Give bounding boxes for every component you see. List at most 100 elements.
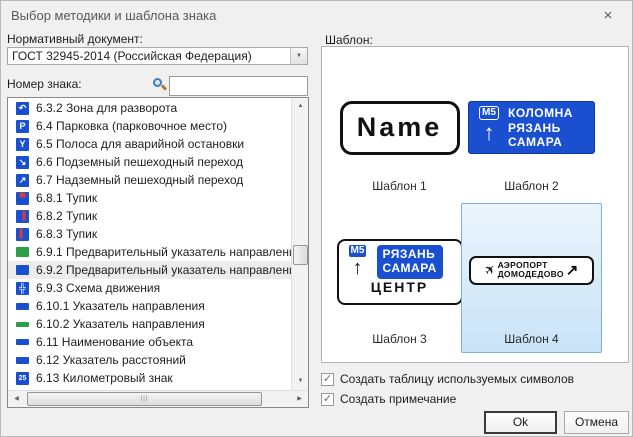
template-1-label: Шаблон 1 [372,175,426,199]
list-item[interactable]: P 6.4 Парковка (парковочное место) [8,117,292,135]
search-icon [153,78,168,93]
destination-line: САМАРА [508,135,573,149]
list-item[interactable]: 6.10.1 Указатель направления [8,297,292,315]
sign-icon [16,303,29,310]
route-badge: М5 [349,245,367,257]
list-item-label: 6.9.3 Схема движения [36,281,160,295]
up-arrow-icon: ↑ [484,120,495,146]
normative-document-value: ГОСТ 32945-2014 (Российская Федерация) [8,48,290,64]
chevron-down-icon[interactable]: ▼ [290,48,307,64]
vertical-scrollbar-thumb[interactable] [293,245,308,265]
list-item[interactable]: 6.9.1 Предварительный указатель направле… [8,243,292,261]
sign-list-rows: ↶ 6.3.2 Зона для разворота P 6.4 Парковка (… [8,99,292,391]
template-3-label: Шаблон 3 [372,328,426,352]
list-item[interactable]: ↘ 6.6 Подземный пешеходный переход [8,153,292,171]
scroll-up-icon[interactable]: ▲ [292,98,309,115]
center-label: ЦЕНТР [344,279,456,295]
airport-sign: ✈ АЭРОПОРТ ДОМОДЕДОВО ↗ [469,256,594,285]
sign-icon: P [16,120,29,133]
template-1-preview: Name [330,54,469,175]
list-item-label: 6.8.2 Тупик [36,209,97,223]
template-2-preview: М5 ↑ КОЛОМНА РЯЗАНЬ САМАРА [462,54,601,175]
list-item[interactable]: 6.10.2 Указатель направления [8,315,292,333]
scroll-right-icon[interactable]: ▶ [291,391,308,408]
name-sign: Name [340,101,460,155]
list-item-label: 6.8.3 Тупик [36,227,97,241]
dialog-window: Выбор методики и шаблона знака × Нормати… [0,0,633,437]
checkbox-symbols[interactable]: ✓ [321,373,334,386]
horizontal-scrollbar-thumb[interactable]: ||| [27,392,262,406]
sign-icon: 25 [16,372,29,385]
template-4-label: Шаблон 4 [504,328,558,352]
list-item[interactable]: ▐ 6.8.2 Тупик [8,207,292,225]
dialog-title: Выбор методики и шаблона знака [11,8,216,23]
template-3-preview: М5 ↑ РЯЗАНЬ САМАРА ЦЕНТР [330,204,469,328]
list-item-label: 6.10.1 Указатель направления [36,299,205,313]
list-item-label: 6.3.2 Зона для разворота [36,101,177,115]
sign-icon [16,247,29,257]
destination-line: РЯЗАНЬ [383,247,437,261]
sign-icon [16,357,29,364]
list-item[interactable]: ↗6.7 Надземный пешеходный переход [8,171,292,189]
list-item[interactable]: ▌ 6.8.3 Тупик [8,225,292,243]
sign-icon: ↘ [16,156,29,169]
route-badge: М5 [479,106,499,120]
vertical-scrollbar[interactable]: ▲ ▼ [291,98,308,390]
list-item-label: 6.8.1 Тупик [36,191,97,205]
list-item[interactable]: ▀ 6.8.1 Тупик [8,189,292,207]
list-item-label: 6.12 Указатель расстояний [36,353,186,367]
blue-route-sign: М5 ↑ КОЛОМНА РЯЗАНЬ САМАРА [468,101,595,154]
checkbox-symbols-label: Создать таблицу используемых символов [340,372,574,386]
scroll-down-icon[interactable]: ▼ [292,373,309,390]
cancel-button[interactable]: Отмена [564,411,629,434]
list-item-label: 6.4 Парковка (парковочное место) [36,119,227,133]
list-item[interactable]: ╬ 6.9.3 Схема движения [8,279,292,297]
close-icon[interactable]: × [598,6,618,26]
up-arrow-icon: ↑ [353,257,363,279]
checkbox-row-symbols[interactable]: ✓ Создать таблицу используемых символов [321,372,574,386]
list-item-label: 6.11 Наименование объекта [36,335,193,349]
sign-icon [16,339,29,345]
sign-icon: ▐ [16,210,29,223]
list-item[interactable]: Y 6.5 Полоса для аварийной остановки [8,135,292,153]
sign-icon [16,322,29,327]
list-item-label: 6.10.2 Указатель направления [36,317,205,331]
sign-icon: Y [16,138,29,151]
normative-document-label: Нормативный документ: [7,32,143,46]
sign-icon: ╬ [16,282,29,295]
list-item[interactable]: 6.11 Наименование объекта [8,333,292,351]
checkbox-row-note[interactable]: ✓ Создать примечание [321,392,456,406]
horizontal-scrollbar[interactable]: ◀ ||| ▶ [8,390,308,407]
ok-button[interactable]: Ok [484,411,557,434]
sign-number-search-input[interactable] [169,76,308,96]
checkbox-note-label: Создать примечание [340,392,456,406]
template-tile-3[interactable]: М5 ↑ РЯЗАНЬ САМАРА ЦЕНТР Шаблон 3 [329,203,470,353]
sign-icon: ▀ [16,192,29,205]
template-groupbox: Name Шаблон 1 М5 ↑ КОЛОМНА РЯЗАНЬ САМАРА [321,46,629,363]
sign-icon: ▌ [16,228,29,241]
sign-icon [16,265,29,275]
template-group-label: Шаблон: [323,33,375,47]
template-tile-2[interactable]: М5 ↑ КОЛОМНА РЯЗАНЬ САМАРА Шаблон 2 [461,53,602,200]
list-item[interactable]: 6.9.2 Предварительный указатель направле… [8,261,292,279]
template-tile-1[interactable]: Name Шаблон 1 [329,53,470,200]
list-item[interactable]: 6.12 Указатель расстояний [8,351,292,369]
list-item-label: 6.9.1 Предварительный указатель направле… [36,245,292,259]
normative-document-select[interactable]: ГОСТ 32945-2014 (Российская Федерация) ▼ [7,47,308,65]
checkbox-note[interactable]: ✓ [321,393,334,406]
search-icon-handle [161,84,167,90]
template-4-preview: ✈ АЭРОПОРТ ДОМОДЕДОВО ↗ [462,204,601,328]
list-item[interactable]: 25 6.13 Километровый знак [8,369,292,387]
template-2-label: Шаблон 2 [504,175,558,199]
sign-icon: ↗ [16,174,29,187]
sign-list: ↶ 6.3.2 Зона для разворота P 6.4 Парковка (… [7,97,309,408]
template-tile-4[interactable]: ✈ АЭРОПОРТ ДОМОДЕДОВО ↗ Шаблон 4 [461,203,602,353]
destination-line: КОЛОМНА [508,106,573,120]
sign-icon: ↶ [16,102,29,115]
list-item-label: 6.13 Километровый знак [36,371,173,385]
list-item-label: 6.6 Подземный пешеходный переход [36,155,243,169]
list-item[interactable]: ↶ 6.3.2 Зона для разворота [8,99,292,117]
sign-number-label: Номер знака: [7,77,82,91]
scroll-left-icon[interactable]: ◀ [8,391,25,408]
list-item-label: 6.5 Полоса для аварийной остановки [36,137,244,151]
